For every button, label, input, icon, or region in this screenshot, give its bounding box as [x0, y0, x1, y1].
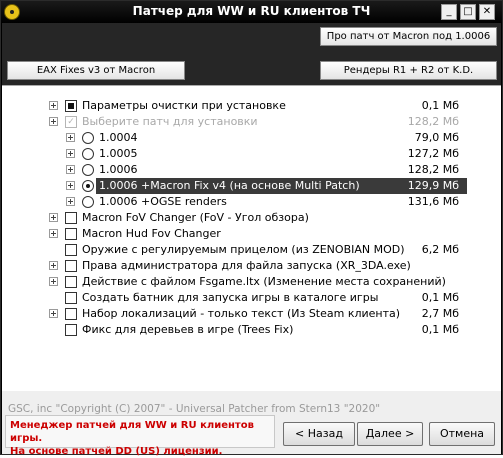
- tree-row[interactable]: Параметры очистки при установке 0,1 Мб: [2, 98, 501, 114]
- tree-row[interactable]: Macron Hud Fov Changer: [2, 226, 501, 242]
- tree-item-label: Выберите патч для установки: [82, 115, 258, 128]
- expand-icon[interactable]: [66, 181, 75, 190]
- installer-window: Патчер для WW и RU клиентов ТЧ _ □ ✕ Про…: [0, 0, 503, 457]
- expand-icon[interactable]: [49, 213, 58, 222]
- tree-item-label: Оружие с регулируемым прицелом (из ZENOB…: [82, 243, 405, 256]
- expand-icon[interactable]: [66, 133, 75, 142]
- next-button[interactable]: Далее >: [357, 422, 423, 446]
- checkbox[interactable]: [65, 244, 77, 256]
- tree-row[interactable]: ✓ Выберите патч для установки 128,2 Мб: [2, 114, 501, 130]
- tree-row[interactable]: Создать батник для запуска игры в катало…: [2, 290, 501, 306]
- window-title: Патчер для WW и RU клиентов ТЧ: [132, 4, 371, 18]
- macron-patch-info-button[interactable]: Про патч от Macron под 1.0006: [320, 27, 497, 46]
- tree-item-label: Права администратора для файла запуска (…: [82, 259, 411, 272]
- tree-item-size: 128,2 Мб: [407, 115, 459, 128]
- eax-fixes-button[interactable]: EAX Fixes v3 от Macron: [7, 61, 185, 80]
- tree-row[interactable]: Фикс для деревьев в игре (Trees Fix) 0,1…: [2, 322, 501, 338]
- expand-icon[interactable]: [66, 149, 75, 158]
- radio-button[interactable]: [82, 196, 94, 208]
- tree-row[interactable]: 1.0006 +OGSE renders 131,6 Мб: [2, 194, 501, 210]
- info-box: Менеджер патчей для WW и RU клиентов игр…: [5, 415, 275, 457]
- tree-item-size: 0,1 Мб: [421, 323, 459, 336]
- tree-item-label: 1.0006 +OGSE renders: [99, 195, 227, 208]
- renders-button[interactable]: Рендеры R1 + R2 от K.D.: [320, 61, 497, 80]
- components-tree: Параметры очистки при установке 0,1 Мб ✓…: [2, 85, 501, 392]
- expand-icon[interactable]: [49, 309, 58, 318]
- tree-item-size: 128,2 Мб: [407, 163, 459, 176]
- cancel-button[interactable]: Отмена: [429, 422, 495, 446]
- tree-item-size: 0,1 Мб: [421, 99, 459, 112]
- info-line-1: Менеджер патчей для WW и RU клиентов игр…: [10, 420, 254, 444]
- checkbox[interactable]: [65, 100, 77, 112]
- checkbox-checked[interactable]: ✓: [65, 116, 77, 128]
- expand-icon[interactable]: [66, 165, 75, 174]
- back-button[interactable]: < Назад: [283, 422, 355, 446]
- tree-row[interactable]: Набор локализаций - только текст (Из Ste…: [2, 306, 501, 322]
- checkbox[interactable]: [65, 292, 77, 304]
- tree-item-label: 1.0006 +Macron Fix v4 (на основе Multi P…: [99, 179, 360, 192]
- copyright-text: GSC, inc "Copyright (C) 2007" - Universa…: [8, 403, 381, 415]
- tree-row[interactable]: Оружие с регулируемым прицелом (из ZENOB…: [2, 242, 501, 258]
- tree-item-label: Набор локализаций - только текст (Из Ste…: [82, 307, 401, 320]
- tree-item-size: 131,6 Мб: [407, 195, 459, 208]
- checkbox[interactable]: [65, 212, 77, 224]
- radio-button[interactable]: [82, 148, 94, 160]
- minimize-button[interactable]: _: [441, 4, 457, 20]
- tree-row[interactable]: 1.0005 127,2 Мб: [2, 146, 501, 162]
- tree-item-size: 0,1 Мб: [421, 291, 459, 304]
- radio-button[interactable]: [82, 132, 94, 144]
- checkbox[interactable]: [65, 308, 77, 320]
- checkbox[interactable]: [65, 228, 77, 240]
- tree-item-label: 1.0006: [99, 163, 138, 176]
- collapse-icon[interactable]: [49, 117, 58, 126]
- tree-item-size: 79,0 Мб: [414, 131, 459, 144]
- tree-item-label: Действие с файлом Fsgame.ltx (Изменение …: [82, 275, 446, 288]
- checkbox[interactable]: [65, 260, 77, 272]
- checkbox[interactable]: [65, 276, 77, 288]
- expand-icon[interactable]: [49, 101, 58, 110]
- tree-row[interactable]: Macron FoV Changer (FoV - Угол обзора): [2, 210, 501, 226]
- expand-icon[interactable]: [49, 229, 58, 238]
- tree-row[interactable]: 1.0004 79,0 Мб: [2, 130, 501, 146]
- tree-item-size: 2,7 Мб: [421, 307, 459, 320]
- tree-item-label: Создать батник для запуска игры в катало…: [82, 291, 379, 304]
- tree-item-size: 6,2 Мб: [421, 243, 459, 256]
- maximize-button[interactable]: □: [460, 4, 476, 20]
- tree-item-size: 129,9 Мб: [407, 179, 459, 192]
- expand-icon[interactable]: [49, 277, 58, 286]
- title-bar[interactable]: Патчер для WW и RU клиентов ТЧ _ □ ✕: [1, 1, 502, 23]
- radio-button-selected[interactable]: [82, 180, 94, 192]
- tree-row[interactable]: Права администратора для файла запуска (…: [2, 258, 501, 274]
- tree-item-label: Фикс для деревьев в игре (Trees Fix): [82, 323, 294, 336]
- close-button[interactable]: ✕: [479, 4, 495, 20]
- header-banner: Про патч от Macron под 1.0006 EAX Fixes …: [2, 23, 501, 85]
- tree-item-size: 127,2 Мб: [407, 147, 459, 160]
- checkbox[interactable]: [65, 324, 77, 336]
- expand-icon[interactable]: [49, 261, 58, 270]
- expand-icon[interactable]: [66, 197, 75, 206]
- tree-row[interactable]: 1.0006 128,2 Мб: [2, 162, 501, 178]
- tree-item-label: 1.0005: [99, 147, 138, 160]
- radio-button[interactable]: [82, 164, 94, 176]
- footer-panel: GSC, inc "Copyright (C) 2007" - Universa…: [2, 391, 501, 457]
- info-line-2: На основе патчей DD (US) лицензии.: [10, 446, 223, 457]
- tree-item-label: 1.0004: [99, 131, 138, 144]
- tree-item-label: Macron Hud Fov Changer: [82, 227, 221, 240]
- tree-row[interactable]: Действие с файлом Fsgame.ltx (Изменение …: [2, 274, 501, 290]
- tree-item-label: Macron FoV Changer (FoV - Угол обзора): [82, 211, 309, 224]
- tree-item-label: Параметры очистки при установке: [82, 99, 286, 112]
- tree-row-selected[interactable]: 1.0006 +Macron Fix v4 (на основе Multi P…: [2, 178, 501, 194]
